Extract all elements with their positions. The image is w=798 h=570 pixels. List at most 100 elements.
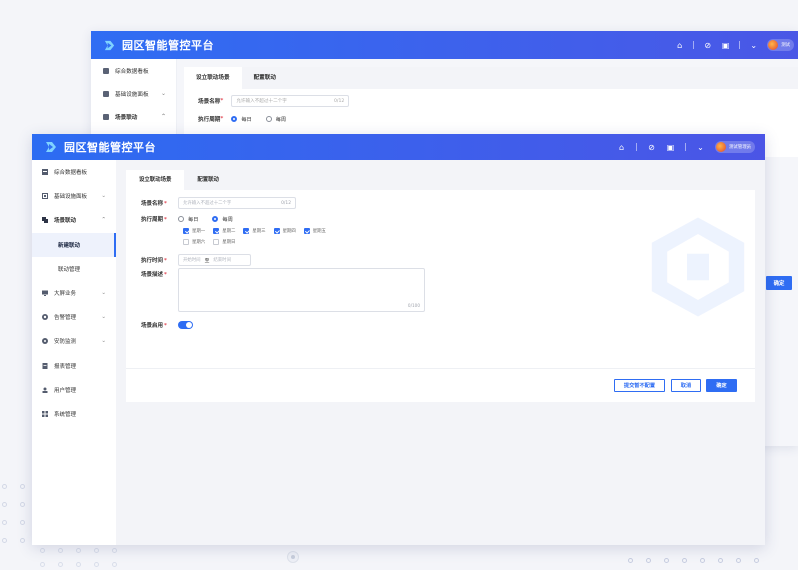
sidebar-item-big-screen[interactable]: 大屏业务 ⌄ [32,281,116,305]
description-textarea[interactable]: 0/100 [178,268,425,312]
sidebar-item-label: 用户管理 [54,387,77,394]
user-name: 测试管理员 [729,145,751,150]
description-label: 场景描述 [141,272,164,278]
top-header: 园区智能管控平台 ⌂ ⊘ ▣ ⌄ 测试管理员 [32,134,765,160]
checkbox-sunday[interactable]: 星期日 [213,239,235,245]
link-icon[interactable]: ⊘ [647,143,656,152]
checkbox-monday[interactable]: 星期一 [183,228,205,234]
back-sidebar-item-dashboard[interactable]: 综合数据看板 [91,59,176,82]
exec-time-label: 执行时间 [141,258,164,264]
cycle-label: 执行周期 [141,217,164,223]
back-tab-setup[interactable]: 设立联动场景 [184,67,242,89]
sidebar-item-label: 综合数据看板 [54,170,88,177]
checkbox-box [213,239,220,245]
radio-dot [178,216,184,222]
home-icon[interactable]: ⌂ [617,143,626,152]
user-icon [42,387,48,393]
checkbox-wednesday[interactable]: 星期三 [243,228,266,234]
back-sidebar-item-linkage[interactable]: 场景联动 ⌃ [91,105,176,128]
radio-daily[interactable]: 每日 [178,216,198,223]
enable-row: 场景启用* [141,321,193,329]
link-icon[interactable]: ⊘ [703,41,712,50]
back-radio-weekly[interactable]: 每周 [265,116,287,123]
sidebar-item-label: 联动管理 [58,266,81,273]
enable-label-wrap: 场景启用* [141,321,178,329]
sidebar-item-system[interactable]: 系统管理 [32,402,116,426]
back-sidebar-item-infra[interactable]: 基础设施面板 ⌄ [91,82,176,105]
avatar [768,40,779,50]
checkbox-box [183,239,189,245]
back-tab-config[interactable]: 配置联动 [242,67,288,89]
back-confirm-button[interactable]: 确定 [766,276,792,290]
sidebar-item-infrastructure[interactable]: 基础设施面板 ⌄ [32,184,116,208]
back-scene-name-input[interactable]: 允许输入不超过十二个字 0/12 [231,95,350,107]
tab-setup-scene[interactable]: 设立联动场景 [126,170,185,190]
screen-icon [42,290,48,297]
form-tabs: 设立联动场景 配置联动 [126,170,755,190]
user-menu[interactable]: 测试管理员 [715,141,755,153]
scene-name-count: 0/12 [281,200,291,206]
decorative-dots-right [628,558,778,568]
sidebar-item-label: 系统管理 [54,411,77,418]
sidebar-item-scene-linkage[interactable]: 场景联动 ⌃ [32,208,116,232]
end-time-placeholder: 结束时间 [213,258,231,263]
scene-name-input[interactable]: 允许输入不超过十二个字 0/12 [178,197,296,209]
enable-toggle[interactable] [178,321,193,329]
sidebar-item-label: 告警管理 [54,315,77,322]
back-user-pill[interactable]: 测试 [767,39,794,51]
sidebar-item-linkage-management[interactable]: 联动管理 [32,257,116,281]
checkbox-box [273,228,280,234]
chevron-down-icon[interactable]: ⌄ [749,41,758,50]
sidebar-item-report[interactable]: 报表管理 [32,354,116,378]
radio-dot [231,116,238,122]
back-radio-daily[interactable]: 每日 [231,116,252,123]
time-range-picker[interactable]: 开始时间 至 结束时间 [178,254,251,266]
back-cycle-row: 执行周期 * 每日 每周 [198,115,300,123]
scene-name-row: 场景名称* 允许输入不超过十二个字 0/12 [141,197,296,209]
checkbox-label: 星期五 [312,229,326,234]
chevron-down-icon: ⌄ [101,290,106,297]
back-sidebar-label: 综合数据看板 [115,68,149,75]
cancel-button[interactable]: 取消 [671,379,701,392]
chevron-down-icon: ⌄ [101,193,106,200]
radio-weekly[interactable]: 每周 [212,216,233,223]
sidebar-item-label: 基础设施面板 [54,194,88,201]
avatar [716,142,727,152]
sidebar: 综合数据看板 基础设施面板 ⌄ 场景联动 ⌃ 新建联动 联动管理 大屏业务 ⌄ … [32,160,116,545]
back-app-title: 园区智能管控平台 [122,39,214,52]
checkbox-saturday[interactable]: 星期六 [183,239,205,245]
sidebar-item-dashboard[interactable]: 综合数据看板 [32,160,116,184]
chevron-down-icon[interactable]: ⌄ [696,143,705,152]
back-sidebar-label: 场景联动 [115,114,138,121]
sidebar-item-label: 报表管理 [54,363,77,370]
back-tabs: 设立联动场景 配置联动 [184,67,798,89]
home-icon[interactable]: ⌂ [675,41,684,50]
doc-icon[interactable]: ▣ [721,41,730,50]
radio-dot [212,216,219,222]
tab-config-linkage[interactable]: 配置联动 [184,170,232,190]
decorative-knob [287,551,299,563]
back-radio-weekly-label: 每周 [275,116,287,123]
checkbox-thursday[interactable]: 星期四 [273,228,296,234]
checkbox-box [303,228,310,234]
sidebar-item-user[interactable]: 用户管理 [32,378,116,402]
decorative-dots-left [2,484,32,544]
confirm-button[interactable]: 确定 [706,379,737,392]
sidebar-item-security[interactable]: 安防监测 ⌄ [32,329,116,353]
required-mark: * [164,272,167,278]
weekday-row-2: 星期六 星期日 [183,239,243,245]
sidebar-item-label: 场景联动 [54,218,77,225]
required-mark: * [164,201,167,207]
checkbox-label: 星期六 [192,240,206,245]
checkbox-friday[interactable]: 星期五 [303,228,326,234]
sidebar-item-new-linkage[interactable]: 新建联动 [32,232,116,257]
divider [693,41,695,49]
submit-without-config-button[interactable]: 提交暂不配置 [614,379,665,392]
required-mark: * [164,258,167,264]
back-cycle-label: 执行周期 [198,117,221,123]
back-scene-name-placeholder: 允许输入不超过十二个字 [236,99,287,104]
sidebar-item-alarm[interactable]: 告警管理 ⌄ [32,305,116,329]
doc-icon[interactable]: ▣ [666,143,675,152]
checkbox-tuesday[interactable]: 星期二 [213,228,235,234]
description-count: 0/100 [407,303,420,308]
